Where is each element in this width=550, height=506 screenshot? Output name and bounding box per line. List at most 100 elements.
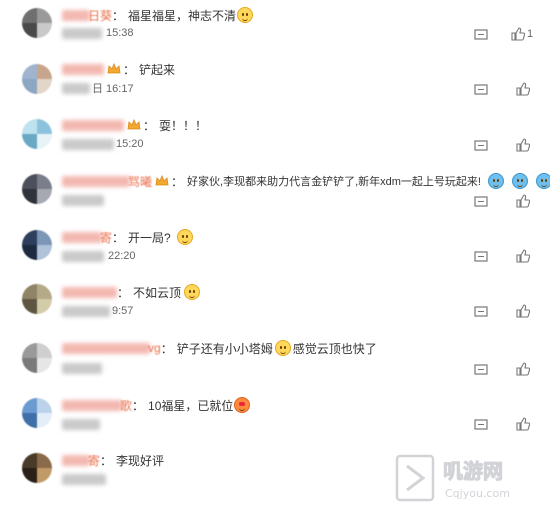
comment-row: 日葵 ： 福星福星，神志不清 15:38 1 bbox=[0, 4, 550, 60]
timestamp: 15:20 bbox=[62, 137, 144, 151]
timestamp-text: 15:38 bbox=[106, 27, 134, 39]
thumbs-up-icon[interactable] bbox=[516, 138, 530, 152]
reply-icon[interactable] bbox=[474, 363, 488, 377]
crown-badge-icon bbox=[155, 174, 169, 186]
reply-icon[interactable] bbox=[474, 83, 488, 97]
comment-line: ： 不如云顶 bbox=[62, 283, 201, 301]
timestamp-text: 9:57 bbox=[112, 305, 134, 317]
reply-icon[interactable] bbox=[474, 250, 488, 264]
avatar[interactable] bbox=[22, 230, 52, 260]
colon: ： bbox=[171, 174, 184, 189]
comment-line: 歌 ： 10福星，已就位 bbox=[62, 396, 251, 414]
watermark-text-cn: 叽游网 bbox=[443, 459, 503, 483]
avatar[interactable] bbox=[22, 8, 52, 38]
username-blur[interactable] bbox=[62, 63, 104, 75]
thumbs-up-icon[interactable] bbox=[511, 27, 525, 41]
colon: ： bbox=[100, 453, 113, 468]
timestamp bbox=[62, 417, 100, 431]
date-blur bbox=[62, 194, 104, 206]
date-blur bbox=[62, 82, 90, 94]
watermark-logo: 叽游网 Cqjyou.com bbox=[395, 454, 510, 502]
sweat-emoji-icon bbox=[535, 173, 550, 189]
timestamp: 9:57 bbox=[62, 304, 133, 318]
comment-text: 福星福星，神志不清 bbox=[128, 8, 237, 23]
smile-emoji-icon bbox=[176, 229, 193, 245]
avatar[interactable] bbox=[22, 174, 52, 204]
username-blur[interactable] bbox=[62, 454, 90, 466]
comment-row: ： 耍！！！ 15:20 bbox=[0, 115, 550, 171]
heart-eyes-emoji-icon bbox=[234, 397, 251, 413]
date-blur bbox=[62, 418, 100, 430]
timestamp-text: 日 16:17 bbox=[92, 83, 134, 95]
thumbs-up-icon[interactable] bbox=[516, 304, 530, 318]
avatar[interactable] bbox=[22, 398, 52, 428]
smile-emoji-icon bbox=[184, 284, 201, 300]
reply-icon[interactable] bbox=[474, 28, 488, 42]
username-blur[interactable] bbox=[62, 9, 90, 21]
username-blur[interactable] bbox=[62, 286, 117, 298]
sweat-emoji-icon bbox=[487, 173, 504, 189]
timestamp bbox=[62, 361, 102, 375]
comment-text: 开一局? bbox=[128, 230, 171, 245]
colon: ： bbox=[117, 285, 130, 300]
username-blur[interactable] bbox=[62, 342, 150, 354]
avatar[interactable] bbox=[22, 343, 52, 373]
thumbs-up-icon[interactable] bbox=[516, 82, 530, 96]
comment-row: ： 不如云顶 9:57 bbox=[0, 282, 550, 338]
colon: ： bbox=[143, 118, 156, 133]
thumbs-up-icon[interactable] bbox=[516, 194, 530, 208]
comment-text: 耍！！！ bbox=[159, 118, 208, 133]
crown-badge-icon bbox=[127, 118, 141, 130]
username-visible[interactable]: 寄 bbox=[100, 229, 112, 246]
comment-text: 李现好评 bbox=[116, 453, 165, 468]
timestamp: 15:38 bbox=[62, 26, 134, 40]
timestamp bbox=[62, 472, 106, 486]
comment-text: 好家伙,李现都来助力代言金铲铲了,新年xdm一起上号玩起来! bbox=[187, 176, 481, 188]
avatar[interactable] bbox=[22, 64, 52, 94]
username-blur[interactable] bbox=[62, 175, 130, 187]
username-blur[interactable] bbox=[62, 231, 102, 243]
comment-text: 不如云顶 bbox=[133, 285, 182, 300]
thumbs-up-icon[interactable] bbox=[516, 249, 530, 263]
reply-icon[interactable] bbox=[474, 139, 488, 153]
comment-line: ： 耍！！！ bbox=[62, 116, 207, 134]
comment-row: vg ： 铲子还有小小塔姆 感觉云顶也快了 bbox=[0, 339, 550, 395]
comment-text-after: 感觉云顶也快了 bbox=[292, 341, 377, 356]
date-blur bbox=[62, 362, 102, 374]
avatar[interactable] bbox=[22, 453, 52, 483]
colon: ： bbox=[112, 8, 125, 23]
username-blur[interactable] bbox=[62, 399, 122, 411]
comment-line: 骂曦 ： 好家伙,李现都来助力代言金铲铲了,新年xdm一起上号玩起来! bbox=[62, 172, 550, 190]
username-visible[interactable]: vg bbox=[148, 341, 161, 355]
reply-icon[interactable] bbox=[474, 305, 488, 319]
timestamp bbox=[62, 193, 104, 207]
comment-line: vg ： 铲子还有小小塔姆 感觉云顶也快了 bbox=[62, 339, 377, 357]
username-visible[interactable]: 骂曦 bbox=[128, 173, 152, 190]
comment-row: 歌 ： 10福星，已就位 bbox=[0, 395, 550, 451]
thumbs-up-icon[interactable] bbox=[516, 417, 530, 431]
colon: ： bbox=[123, 62, 136, 77]
date-blur bbox=[62, 250, 104, 262]
smile-emoji-icon bbox=[237, 7, 254, 23]
comment-row: 骂曦 ： 好家伙,李现都来助力代言金铲铲了,新年xdm一起上号玩起来! bbox=[0, 170, 550, 226]
avatar[interactable] bbox=[22, 284, 52, 314]
username-visible[interactable]: 日葵 bbox=[88, 7, 112, 24]
crown-badge-icon bbox=[107, 62, 121, 74]
like-count: 1 bbox=[527, 28, 534, 40]
comment-row: ： 铲起来 日 16:17 bbox=[0, 60, 550, 116]
reply-icon[interactable] bbox=[474, 418, 488, 432]
date-blur bbox=[62, 138, 114, 150]
thumbs-up-icon[interactable] bbox=[516, 362, 530, 376]
username-visible[interactable]: 歌 bbox=[120, 397, 132, 414]
colon: ： bbox=[160, 341, 173, 356]
username-visible[interactable]: 寄 bbox=[88, 452, 100, 469]
username-blur[interactable] bbox=[62, 119, 124, 131]
timestamp-text: 22:20 bbox=[108, 250, 136, 262]
reply-icon[interactable] bbox=[474, 195, 488, 209]
comment-text: 10福星，已就位 bbox=[148, 398, 234, 413]
comment-text: 铲子还有小小塔姆 bbox=[176, 341, 273, 356]
comment-text: 铲起来 bbox=[139, 62, 176, 77]
timestamp-text: 15:20 bbox=[116, 138, 144, 150]
avatar[interactable] bbox=[22, 119, 52, 149]
sweat-emoji-icon bbox=[511, 173, 528, 189]
